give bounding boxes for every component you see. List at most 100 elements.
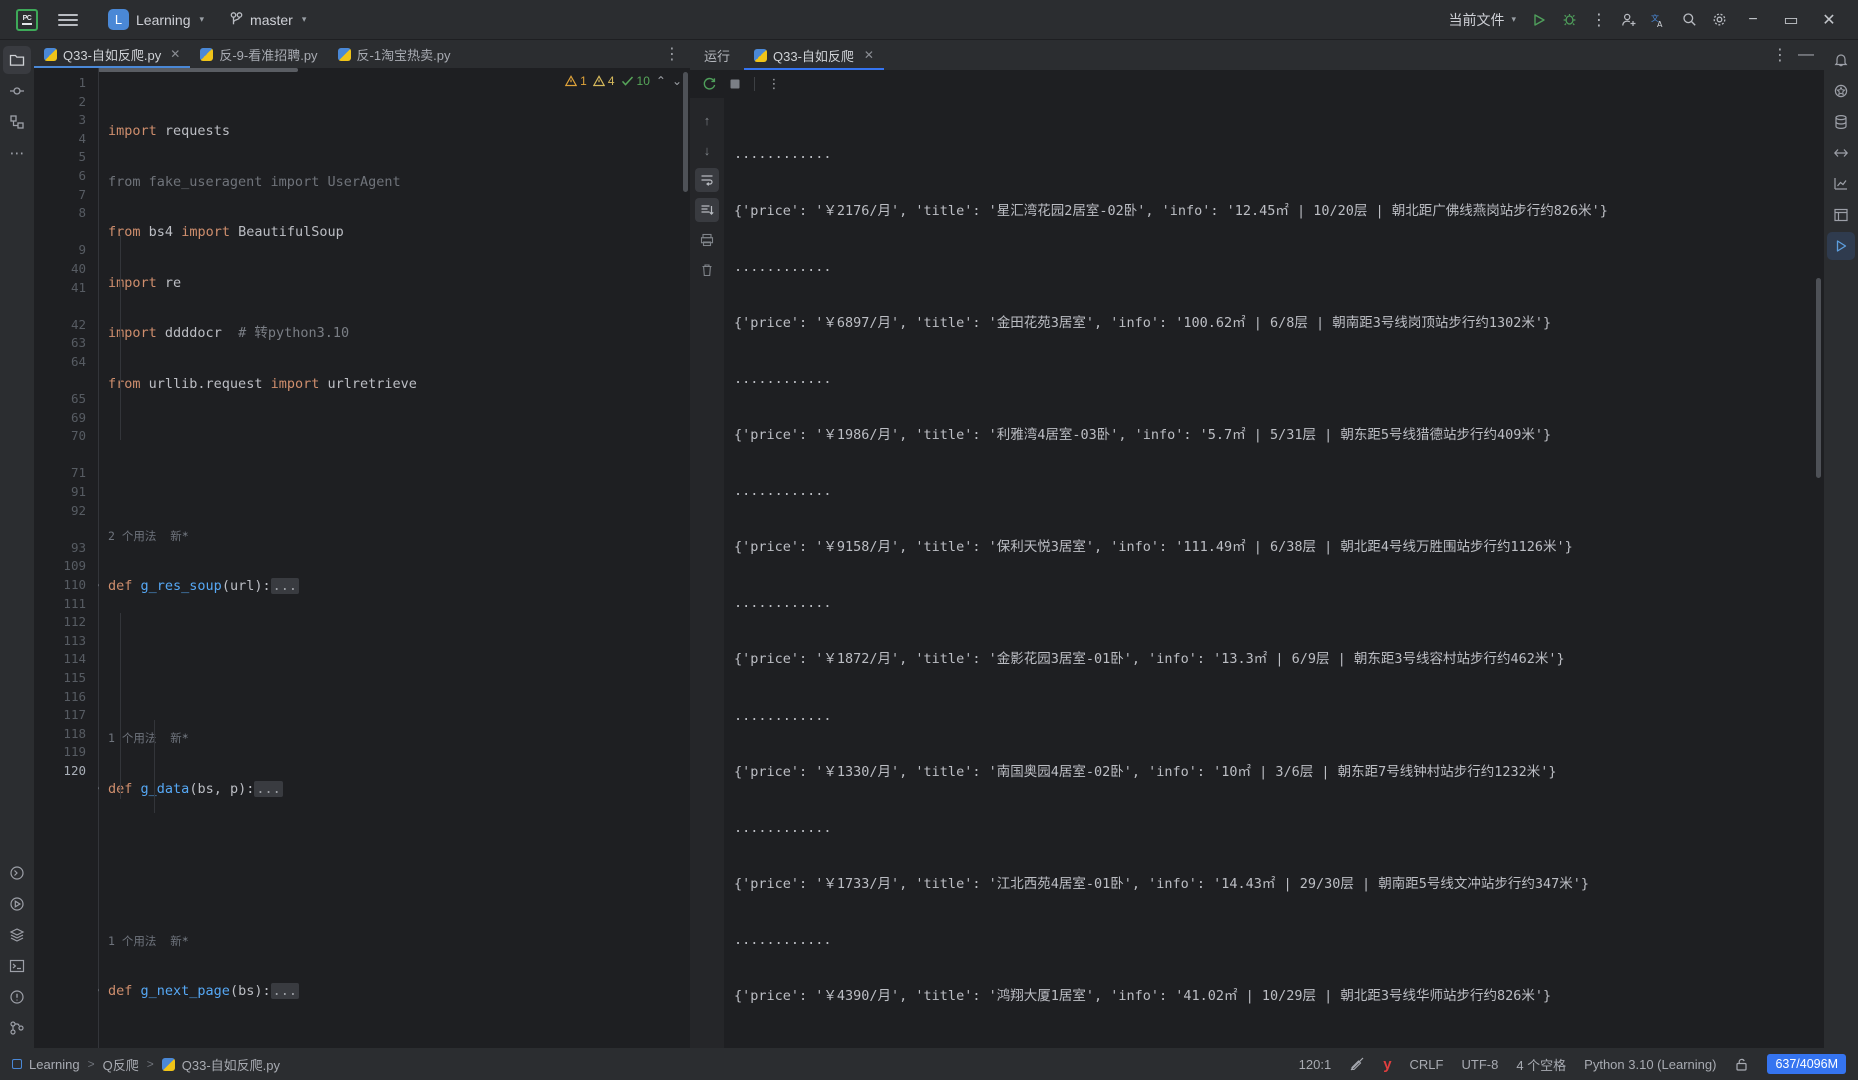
arrow-down-icon[interactable]: ↓ bbox=[695, 138, 719, 162]
editor-tab-label: Q33-自如反爬.py bbox=[63, 47, 162, 63]
sciview-icon[interactable] bbox=[1827, 201, 1855, 229]
lock-open-icon[interactable] bbox=[1734, 1057, 1749, 1072]
inspection-widget[interactable]: 1 4 10 ⌃ ⌄ bbox=[565, 74, 682, 88]
fold-arrow-icon[interactable]: ❯ bbox=[98, 982, 100, 1001]
database-icon[interactable] bbox=[1827, 108, 1855, 136]
line-number: 69 bbox=[70, 409, 86, 425]
soft-wrap-icon[interactable] bbox=[695, 168, 719, 192]
stop-icon[interactable] bbox=[724, 73, 746, 95]
editor-tab-0[interactable]: Q33-自如反爬.py ✕ bbox=[34, 40, 191, 68]
run-tab-active[interactable]: Q33-自如反爬 ✕ bbox=[744, 40, 884, 70]
line-separator[interactable]: CRLF bbox=[1410, 1057, 1444, 1072]
sidebar-item-services[interactable] bbox=[3, 921, 31, 949]
more-vertical-icon[interactable]: ⋮ bbox=[1584, 5, 1614, 35]
indent-setting[interactable]: 4 个空格 bbox=[1516, 1055, 1566, 1074]
usage-hint-1[interactable]: 2 个用法 新* bbox=[108, 527, 690, 546]
more-vertical-icon[interactable]: ⋮ bbox=[763, 73, 785, 95]
breadcrumb-item-project[interactable]: Learning bbox=[12, 1057, 80, 1072]
sidebar-item-problems[interactable] bbox=[3, 983, 31, 1011]
editor-tab-2[interactable]: 反-1淘宝热卖.py bbox=[328, 40, 461, 68]
minimize-icon[interactable]: — bbox=[1794, 43, 1818, 67]
scroll-to-end-icon[interactable] bbox=[695, 198, 719, 222]
console-output[interactable]: ............ {'price': '￥2176/月', 'title… bbox=[724, 98, 1824, 1048]
notifications-bell-icon[interactable] bbox=[1827, 46, 1855, 74]
minimize-button[interactable]: − bbox=[1734, 4, 1772, 36]
breadcrumb-item-folder[interactable]: Q反爬 bbox=[103, 1055, 139, 1074]
warning-count-badge[interactable]: 4 bbox=[592, 74, 615, 88]
editor-tab-1[interactable]: 反-9-看准招聘.py bbox=[190, 40, 327, 68]
debug-icon[interactable] bbox=[1554, 5, 1584, 35]
run-icon[interactable] bbox=[1524, 5, 1554, 35]
close-button[interactable]: ✕ bbox=[1810, 4, 1848, 36]
no-edit-icon[interactable] bbox=[1349, 1056, 1365, 1072]
close-icon[interactable]: ✕ bbox=[864, 48, 874, 62]
plots-icon[interactable] bbox=[1827, 170, 1855, 198]
rerun-icon[interactable] bbox=[698, 73, 720, 95]
line-number: 70 bbox=[70, 428, 86, 444]
search-icon[interactable] bbox=[1674, 5, 1704, 35]
code-line-4: import re bbox=[108, 274, 182, 291]
account-add-icon[interactable] bbox=[1614, 5, 1644, 35]
breadcrumb-label: Q反爬 bbox=[102, 1057, 139, 1073]
hint-spacer bbox=[34, 446, 98, 465]
maximize-button[interactable]: ▭ bbox=[1772, 4, 1810, 36]
folded-body[interactable]: ... bbox=[270, 578, 299, 595]
console-line: {'price': '￥1733/月', 'title': '江北西苑4居室-0… bbox=[734, 875, 1590, 892]
ai-assistant-icon[interactable] bbox=[1827, 77, 1855, 105]
run-window-title[interactable]: 运行 bbox=[690, 40, 744, 70]
usage-hint-2[interactable]: 1 个用法 新* bbox=[108, 729, 690, 748]
vcs-branch-selector[interactable]: master ▾ bbox=[230, 12, 306, 28]
run-configuration-selector[interactable]: 当前文件 ▾ bbox=[1440, 6, 1524, 34]
line-number: 117 bbox=[63, 707, 86, 723]
sidebar-item-more[interactable]: ⋯ bbox=[3, 139, 31, 167]
endpoints-icon[interactable] bbox=[1827, 139, 1855, 167]
chevron-down-icon[interactable]: ⌄ bbox=[672, 74, 682, 88]
chevron-down-icon: ▾ bbox=[301, 14, 307, 24]
sidebar-item-commit[interactable] bbox=[3, 77, 31, 105]
vcs-branch-label: master bbox=[250, 11, 293, 28]
code-line-2: from fake_useragent import UserAgent bbox=[108, 173, 401, 190]
close-icon[interactable]: ✕ bbox=[170, 47, 180, 61]
run-anything-icon[interactable] bbox=[1827, 232, 1855, 260]
line-number: 119 bbox=[63, 744, 86, 760]
sidebar-item-python-console[interactable] bbox=[3, 859, 31, 887]
code-text-area[interactable]: import import requestsrequests from fake… bbox=[98, 68, 690, 1048]
editor-vertical-scrollbar[interactable] bbox=[683, 72, 688, 192]
sidebar-item-project[interactable] bbox=[3, 46, 31, 74]
console-vertical-scrollbar[interactable] bbox=[1816, 278, 1821, 478]
settings-gear-icon[interactable] bbox=[1704, 5, 1734, 35]
breadcrumb-item-file[interactable]: Q33-自如反爬.py bbox=[161, 1055, 280, 1074]
chevron-down-icon: ▾ bbox=[199, 14, 205, 24]
folded-body[interactable]: ... bbox=[270, 983, 299, 1000]
project-selector[interactable]: L Learning ▾ bbox=[100, 6, 212, 33]
editor-gutter[interactable]: 1 2 3 4 5 6 7 8 9 40 41 42 63 64 65 69 7… bbox=[34, 68, 98, 1048]
sidebar-item-terminal[interactable] bbox=[3, 952, 31, 980]
arrow-up-icon[interactable]: ↑ bbox=[695, 108, 719, 132]
memory-indicator[interactable]: 637/4096M bbox=[1767, 1054, 1846, 1074]
usage-hint-3[interactable]: 1 个用法 新* bbox=[108, 932, 690, 951]
more-vertical-icon[interactable]: ⋮ bbox=[1768, 43, 1792, 67]
sidebar-item-structure[interactable] bbox=[3, 108, 31, 136]
sidebar-item-version-control[interactable] bbox=[3, 1014, 31, 1042]
sidebar-item-run[interactable] bbox=[3, 890, 31, 918]
caret-position[interactable]: 120:1 bbox=[1299, 1057, 1332, 1072]
python-interpreter[interactable]: Python 3.10 (Learning) bbox=[1584, 1057, 1716, 1072]
translate-icon[interactable]: 文A bbox=[1644, 5, 1674, 35]
print-icon[interactable] bbox=[695, 228, 719, 252]
warning-count: 4 bbox=[607, 74, 615, 88]
line-number: 111 bbox=[63, 595, 86, 611]
yandex-icon[interactable]: у bbox=[1383, 1056, 1391, 1073]
hint-spacer bbox=[34, 297, 98, 316]
fold-arrow-icon[interactable]: ❯ bbox=[98, 577, 100, 596]
error-count-badge[interactable]: 1 bbox=[565, 74, 587, 88]
more-vertical-icon[interactable]: ⋮ bbox=[654, 40, 690, 68]
chevron-up-icon[interactable]: ⌃ bbox=[656, 74, 666, 88]
folded-body[interactable]: ... bbox=[254, 780, 283, 797]
ok-count-badge[interactable]: 10 bbox=[621, 74, 650, 88]
file-encoding[interactable]: UTF-8 bbox=[1461, 1057, 1498, 1072]
fold-arrow-icon[interactable]: ❯ bbox=[98, 780, 100, 799]
trash-icon[interactable] bbox=[695, 258, 719, 282]
hamburger-menu-icon[interactable] bbox=[58, 11, 78, 29]
line-number: 92 bbox=[70, 502, 86, 518]
